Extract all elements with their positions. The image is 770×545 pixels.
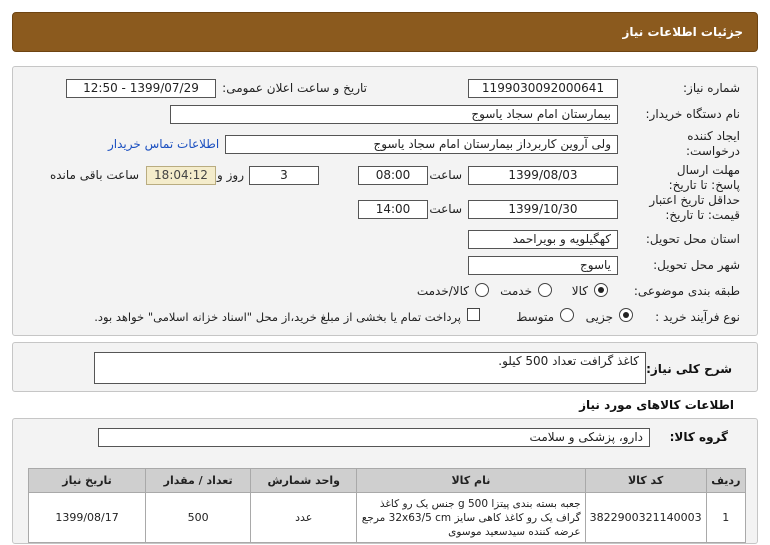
requester-field: ولی آروین کاربرداز بیمارستان امام سجاد ی… (225, 135, 618, 154)
category-radio-goods-service[interactable] (475, 283, 489, 297)
goods-table: ردیف کد کالا نام کالا واحد شمارش تعداد /… (27, 468, 747, 543)
summary-field: کاغذ گرافت تعداد 500 کیلو. (94, 352, 646, 384)
announce-date-label: تاریخ و ساعت اعلان عمومی: (222, 81, 367, 95)
cell-date: 1399/08/17 (27, 492, 147, 543)
process-radio-minor[interactable] (619, 308, 633, 322)
buyer-contact-link[interactable]: اطلاعات تماس خریدار (108, 137, 219, 151)
validity-time-field: 14:00 (358, 200, 428, 219)
buyer-label: نام دستگاه خریدار: (645, 107, 741, 121)
city-label: شهر محل تحویل: (653, 258, 740, 272)
remaining-label: ساعت باقی مانده (49, 168, 139, 182)
remaining-timer: 18:04:12 (146, 166, 216, 185)
page-title: جزئیات اطلاعات نیاز (622, 25, 743, 39)
deadline-time-label: ساعت (429, 168, 462, 182)
col-date: تاریخ نیاز (27, 468, 147, 493)
goods-group-label: گروه کالا: (669, 430, 728, 444)
validity-label: حداقل تاریخ اعتبار قیمت: تا تاریخ: (649, 193, 740, 222)
col-qty: تعداد / مقدار (145, 468, 252, 493)
category-option-goods: کالا (571, 284, 588, 298)
province-label: استان محل تحویل: (645, 232, 740, 246)
province-field: کهگیلویه و بویراحمد (468, 230, 618, 249)
city-field: یاسوج (468, 256, 618, 275)
requester-label: ایجاد کننده درخواست: (686, 129, 740, 158)
need-number-field: 1199030092000641 (468, 79, 618, 98)
process-type-label: نوع فرآیند خرید : (655, 310, 740, 324)
cell-unit: عدد (250, 492, 358, 543)
cell-name: جعبه بسته بندی پیتزا 500 g جنس یک رو کاغ… (356, 492, 586, 543)
category-radio-service[interactable] (538, 283, 552, 297)
treasury-payment-note: پرداخت تمام یا بخشی از مبلغ خرید،از محل … (94, 310, 461, 324)
process-option-minor: جزیی (585, 310, 613, 324)
col-code: کد کالا (584, 468, 707, 493)
table-row[interactable]: 1 3822900321140003 جعبه بسته بندی پیتزا … (27, 492, 747, 543)
process-option-medium: متوسط (516, 310, 554, 324)
category-option-service: خدمت (500, 284, 532, 298)
goods-group-field: دارو، پزشکی و سلامت (98, 428, 650, 447)
deadline-time-field: 08:00 (358, 166, 428, 185)
category-radio-goods[interactable] (594, 283, 608, 297)
page-header: جزئیات اطلاعات نیاز (12, 12, 758, 52)
col-unit: واحد شمارش (250, 468, 358, 493)
goods-table-header: ردیف کد کالا نام کالا واحد شمارش تعداد /… (27, 468, 747, 493)
cell-qty: 500 (145, 492, 252, 543)
treasury-payment-checkbox[interactable] (467, 308, 480, 321)
days-remaining-field: 3 (249, 166, 319, 185)
col-name: نام کالا (356, 468, 586, 493)
goods-section-title: اطلاعات کالاهای مورد نیاز (579, 398, 734, 412)
validity-time-label: ساعت (429, 202, 462, 216)
col-row: ردیف (705, 468, 747, 493)
deadline-label: مهلت ارسال پاسخ: تا تاریخ: (668, 163, 740, 192)
cell-code: 3822900321140003 (584, 492, 707, 543)
validity-date-field: 1399/10/30 (468, 200, 618, 219)
category-label: طبقه بندی موضوعی: (633, 284, 740, 298)
process-radio-medium[interactable] (560, 308, 574, 322)
deadline-date-field: 1399/08/03 (468, 166, 618, 185)
announce-date-field: 1399/07/29 - 12:50 (66, 79, 216, 98)
cell-row: 1 (705, 492, 747, 543)
days-label: روز و (217, 168, 244, 182)
category-option-goods-service: کالا/خدمت (416, 284, 469, 298)
buyer-field: بیمارستان امام سجاد یاسوج (170, 105, 618, 124)
need-number-label: شماره نیاز: (683, 81, 740, 95)
summary-label: شرح کلی نیاز: (646, 362, 732, 376)
